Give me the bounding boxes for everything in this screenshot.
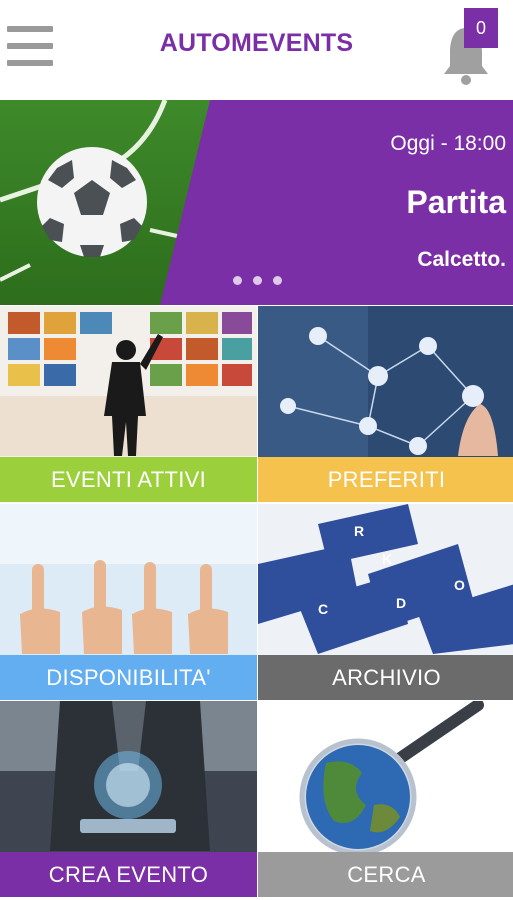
tile-label-archivio: ARCHIVIO (258, 655, 513, 700)
tile-preferiti[interactable]: PREFERITI (258, 306, 513, 502)
tile-disponibilita[interactable]: DISPONIBILITA' (0, 504, 257, 700)
tile-eventi-attivi[interactable]: EVENTI ATTIVI (0, 306, 257, 502)
slider-pagination (233, 276, 293, 288)
slider-dot-1[interactable] (233, 276, 242, 285)
svg-text:K: K (382, 551, 392, 567)
tile-archivio[interactable]: C D K O R ARCHIVIO (258, 504, 513, 700)
notification-count-badge: 0 (464, 8, 498, 48)
svg-text:D: D (396, 595, 406, 611)
tile-cerca[interactable]: CERCA (258, 701, 513, 897)
tile-label-crea-evento: CREA EVENTO (0, 852, 257, 897)
slide-date: Oggi - 18:00 (390, 132, 506, 155)
tile-label-cerca: CERCA (258, 852, 513, 897)
event-slider[interactable]: Oggi - 18:00 Partita Calcetto. (0, 100, 513, 305)
slide-subtitle: Calcetto. (417, 248, 506, 271)
app-title: AUTOMEVENTS (159, 29, 354, 57)
notifications-button[interactable]: 0 (438, 8, 504, 88)
app-header: AUTOMEVENTS 0 (0, 0, 513, 100)
slide-title: Partita (406, 184, 506, 220)
tile-label-eventi-attivi: EVENTI ATTIVI (0, 457, 257, 502)
tile-crea-evento[interactable]: CREA EVENTO (0, 701, 257, 897)
svg-text:O: O (454, 577, 465, 593)
tile-label-disponibilita: DISPONIBILITA' (0, 655, 257, 700)
svg-text:C: C (318, 601, 328, 617)
slider-dot-2[interactable] (253, 276, 262, 285)
tile-label-preferiti: PREFERITI (258, 457, 513, 502)
svg-text:R: R (354, 523, 364, 539)
slider-dot-3[interactable] (273, 276, 282, 285)
